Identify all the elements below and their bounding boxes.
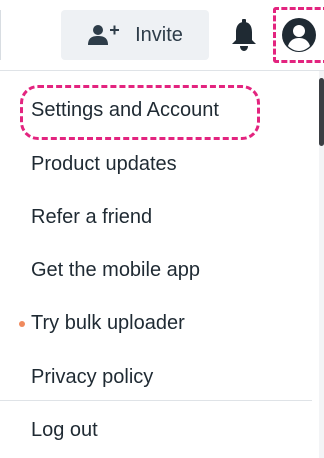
menu-item-label: Try bulk uploader — [31, 311, 185, 334]
menu-item-product-updates[interactable]: Product updates — [0, 141, 312, 187]
divider — [0, 10, 1, 60]
menu-item-privacy-policy[interactable]: Privacy policy — [0, 354, 312, 400]
menu-item-label: Refer a friend — [31, 205, 153, 228]
scrollbar-thumb[interactable] — [319, 78, 324, 146]
menu-item-log-out[interactable]: Log out — [0, 407, 312, 453]
invite-label: Invite — [135, 23, 183, 46]
menu-item-refer-friend[interactable]: Refer a friend — [0, 194, 312, 240]
invite-button[interactable]: Invite — [61, 10, 209, 60]
user-circle-icon[interactable] — [281, 17, 317, 53]
menu-item-label: Log out — [31, 418, 98, 441]
settings-highlight — [20, 85, 260, 140]
top-bar: Invite — [0, 0, 324, 70]
menu-item-bulk-uploader[interactable]: Try bulk uploader — [0, 300, 312, 346]
menu-divider — [0, 400, 312, 401]
add-user-icon — [88, 25, 120, 45]
menu-item-mobile-app[interactable]: Get the mobile app — [0, 247, 312, 293]
menu-item-label: Get the mobile app — [31, 258, 200, 281]
new-badge-dot — [19, 321, 25, 327]
menu-item-label: Product updates — [31, 152, 177, 175]
bell-icon[interactable] — [231, 19, 257, 51]
menu-item-label: Privacy policy — [31, 365, 154, 388]
